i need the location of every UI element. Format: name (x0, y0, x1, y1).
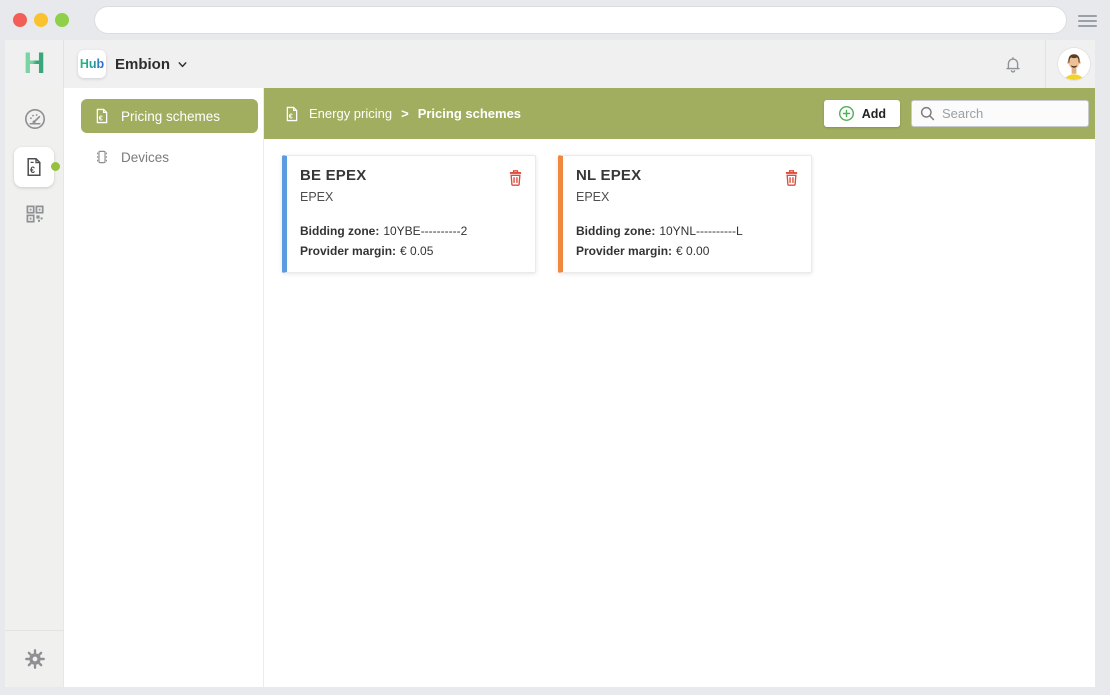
card-subtitle: EPEX (300, 190, 523, 204)
breadcrumb-link-energy-pricing[interactable]: Energy pricing (309, 106, 392, 121)
delete-trash-icon[interactable] (783, 168, 801, 187)
app-header: H Hub Embion (5, 40, 1095, 88)
notifications-bell-icon[interactable] (1002, 53, 1024, 75)
qr-grid-icon[interactable] (5, 204, 64, 224)
online-status-dot (51, 162, 60, 171)
settings-gear-icon[interactable] (5, 648, 64, 670)
card-fields: Bidding zone:10YNL----------L Provider m… (576, 221, 799, 261)
rail-item-pricing-active[interactable]: € (14, 147, 54, 187)
rail-divider (5, 630, 64, 631)
window-close-button[interactable] (13, 13, 27, 27)
svg-text:€: € (289, 111, 293, 120)
card-subtitle: EPEX (576, 190, 799, 204)
device-module-icon (94, 149, 110, 165)
sidebar: € Pricing schemes Devices (64, 88, 264, 687)
delete-trash-icon[interactable] (507, 168, 525, 187)
browser-chrome (0, 0, 1110, 40)
card-title: NL EPEX (576, 167, 799, 184)
breadcrumb-separator: > (401, 106, 409, 121)
breadcrumb: € Energy pricing > Pricing schemes (284, 106, 521, 122)
svg-text:€: € (30, 165, 35, 175)
add-button-label: Add (862, 107, 886, 121)
icon-rail: € (5, 88, 64, 687)
sidebar-item-devices[interactable]: Devices (81, 140, 258, 174)
breadcrumb-document-icon: € (284, 106, 300, 122)
main-content: € Energy pricing > Pricing schemes Add (264, 88, 1095, 687)
h-logo-icon: H (24, 49, 45, 79)
chevron-down-icon (176, 58, 189, 71)
pricing-scheme-list: BE EPEX EPEX Bidding zone:10YBE---------… (282, 155, 812, 273)
plus-circle-icon (838, 105, 855, 122)
card-title: BE EPEX (300, 167, 523, 184)
app-logo: H (5, 40, 64, 88)
search-icon (919, 105, 936, 122)
app-window: H Hub Embion (5, 40, 1095, 687)
window-zoom-button[interactable] (55, 13, 69, 27)
pricing-scheme-card-be-epex[interactable]: BE EPEX EPEX Bidding zone:10YBE---------… (282, 155, 536, 273)
search-input[interactable] (911, 100, 1089, 127)
hub-badge-label: Hub (80, 57, 104, 71)
avatar[interactable] (1058, 48, 1090, 80)
dashboard-gauge-icon[interactable] (5, 107, 64, 131)
sidebar-item-label: Pricing schemes (121, 109, 220, 124)
field-bidding-zone: Bidding zone:10YBE----------2 (300, 221, 523, 241)
url-bar[interactable] (95, 7, 1066, 33)
pricing-document-icon: € (94, 108, 110, 124)
header-divider (1045, 40, 1046, 88)
field-bidding-zone: Bidding zone:10YNL----------L (576, 221, 799, 241)
card-fields: Bidding zone:10YBE----------2 Provider m… (300, 221, 523, 261)
sidebar-item-pricing-schemes[interactable]: € Pricing schemes (81, 99, 258, 133)
workspace-name: Embion (115, 56, 170, 73)
pricing-scheme-card-nl-epex[interactable]: NL EPEX EPEX Bidding zone:10YNL---------… (558, 155, 812, 273)
hub-badge: Hub (78, 50, 106, 78)
workspace-switcher[interactable]: Embion (115, 56, 189, 73)
content-header-bar: € Energy pricing > Pricing schemes Add (264, 88, 1095, 139)
browser-menu-icon[interactable] (1078, 15, 1097, 27)
window-minimize-button[interactable] (34, 13, 48, 27)
add-button[interactable]: Add (824, 100, 900, 127)
field-provider-margin: Provider margin:€ 0.05 (300, 241, 523, 261)
field-provider-margin: Provider margin:€ 0.00 (576, 241, 799, 261)
sidebar-item-label: Devices (121, 150, 169, 165)
breadcrumb-current-page: Pricing schemes (418, 106, 521, 121)
svg-text:€: € (99, 114, 103, 123)
